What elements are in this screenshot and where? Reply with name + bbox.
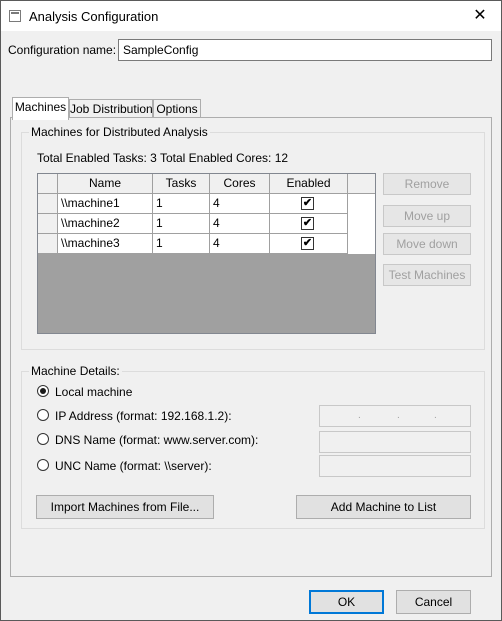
column-header-name[interactable]: Name — [58, 174, 153, 194]
ip-separator: . — [358, 410, 361, 421]
title-bar[interactable]: Analysis Configuration ✕ — [1, 1, 501, 31]
ip-address-input[interactable]: . . . — [319, 405, 471, 427]
unc-name-input[interactable] — [319, 455, 471, 477]
ip-address-radio[interactable] — [37, 409, 49, 421]
machines-table[interactable]: Name Tasks Cores Enabled \\machine1 1 4 … — [37, 173, 376, 334]
enabled-checkbox[interactable]: ✔ — [301, 237, 314, 250]
table-cell-name[interactable]: \\machine3 — [58, 234, 153, 254]
table-cell-tasks[interactable]: 1 — [153, 234, 210, 254]
row-header[interactable] — [38, 194, 58, 214]
move-down-button[interactable]: Move down — [383, 233, 471, 255]
column-header-filler — [348, 174, 375, 194]
remove-button[interactable]: Remove — [383, 173, 471, 195]
table-cell-enabled: ✔ — [270, 194, 348, 214]
window-app-icon — [9, 10, 21, 22]
dns-name-label[interactable]: DNS Name (format: www.server.com): — [55, 433, 258, 447]
table-cell-name[interactable]: \\machine2 — [58, 214, 153, 234]
unc-name-radio[interactable] — [37, 459, 49, 471]
tab-job-distribution[interactable]: Job Distribution — [69, 99, 153, 119]
local-machine-label[interactable]: Local machine — [55, 385, 132, 399]
table-cell-cores[interactable]: 4 — [210, 194, 270, 214]
dialog-window: Analysis Configuration ✕ Configuration n… — [0, 0, 502, 621]
import-machines-button[interactable]: Import Machines from File... — [36, 495, 214, 519]
config-name-input[interactable]: SampleConfig — [118, 39, 492, 61]
config-name-label: Configuration name: — [8, 43, 117, 57]
row-header[interactable] — [38, 214, 58, 234]
ip-address-label[interactable]: IP Address (format: 192.168.1.2): — [55, 409, 232, 423]
move-up-button[interactable]: Move up — [383, 205, 471, 227]
local-machine-radio[interactable] — [37, 385, 49, 397]
tab-machines[interactable]: Machines — [12, 97, 69, 120]
row-header[interactable] — [38, 234, 58, 254]
column-header-tasks[interactable]: Tasks — [153, 174, 210, 194]
ip-separator: . — [434, 410, 437, 421]
table-cell-cores[interactable]: 4 — [210, 214, 270, 234]
enabled-summary: Total Enabled Tasks: 3 Total Enabled Cor… — [37, 151, 289, 165]
cancel-button[interactable]: Cancel — [396, 590, 471, 614]
ok-button[interactable]: OK — [309, 590, 384, 614]
table-cell-name[interactable]: \\machine1 — [58, 194, 153, 214]
unc-name-label[interactable]: UNC Name (format: \\server): — [55, 459, 212, 473]
column-header-cores[interactable]: Cores — [210, 174, 270, 194]
ip-separator: . — [397, 410, 400, 421]
table-cell-enabled: ✔ — [270, 234, 348, 254]
table-cell-tasks[interactable]: 1 — [153, 194, 210, 214]
dns-name-input[interactable] — [319, 431, 471, 453]
column-header-enabled[interactable]: Enabled — [270, 174, 348, 194]
enabled-checkbox[interactable]: ✔ — [301, 217, 314, 230]
machines-group-title: Machines for Distributed Analysis — [29, 125, 210, 139]
table-cell-cores[interactable]: 4 — [210, 234, 270, 254]
tab-options[interactable]: Options — [153, 99, 201, 119]
table-cell-enabled: ✔ — [270, 214, 348, 234]
enabled-checkbox[interactable]: ✔ — [301, 197, 314, 210]
dns-name-radio[interactable] — [37, 433, 49, 445]
table-cell-tasks[interactable]: 1 — [153, 214, 210, 234]
table-corner-cell — [38, 174, 58, 194]
window-title: Analysis Configuration — [29, 9, 159, 24]
close-icon[interactable]: ✕ — [459, 1, 501, 31]
add-machine-button[interactable]: Add Machine to List — [296, 495, 471, 519]
table-empty-area — [38, 254, 375, 333]
test-machines-button[interactable]: Test Machines — [383, 264, 471, 286]
machine-details-title: Machine Details: — [29, 364, 122, 378]
